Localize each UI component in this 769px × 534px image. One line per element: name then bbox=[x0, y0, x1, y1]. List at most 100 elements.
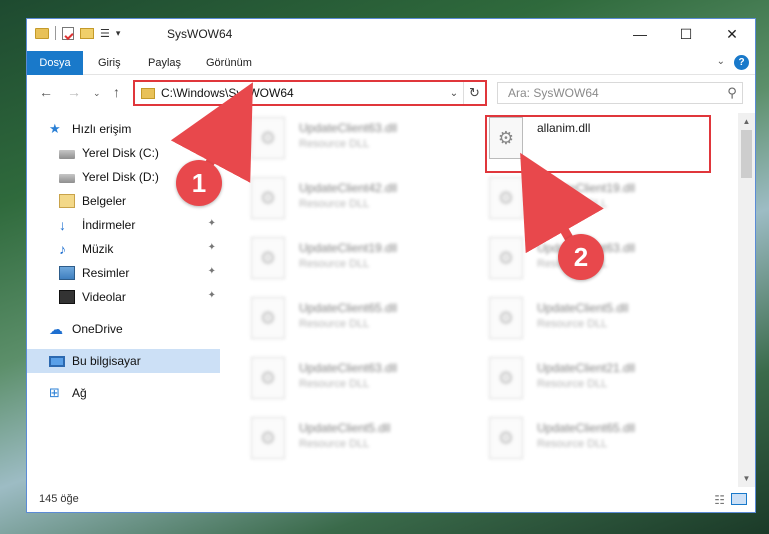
file-name: UpdateClient42.dll bbox=[299, 181, 398, 195]
scroll-down-icon[interactable]: ▼ bbox=[738, 470, 755, 487]
file-name: UpdateClient19.dll bbox=[299, 241, 398, 255]
file-type: Resource DLL bbox=[299, 318, 370, 330]
gears-icon: ⚙ bbox=[251, 117, 285, 159]
status-bar: 145 öğe ☷ bbox=[27, 488, 755, 512]
file-item[interactable]: ⚙ UpdateClient65.dll Resource DLL bbox=[251, 297, 479, 349]
gears-icon: ⚙ bbox=[489, 417, 523, 459]
file-item[interactable]: ⚙ UpdateClient5.dll Resource DLL bbox=[489, 297, 717, 349]
customize-toolbar-icon[interactable]: ▾ bbox=[116, 28, 121, 39]
tab-file[interactable]: Dosya bbox=[27, 51, 83, 75]
maximize-button[interactable]: ☐ bbox=[663, 19, 709, 49]
gears-icon: ⚙ bbox=[489, 297, 523, 339]
sidebar-item-label: Bu bilgisayar bbox=[72, 354, 141, 368]
file-type: Resource DLL bbox=[537, 198, 608, 210]
file-type: Resource DLL bbox=[299, 378, 370, 390]
gears-icon: ⚙ bbox=[251, 297, 285, 339]
sidebar-item-label: OneDrive bbox=[72, 322, 123, 336]
file-name: UpdateClient63.dll bbox=[299, 361, 398, 375]
gears-icon: ⚙ bbox=[251, 417, 285, 459]
refresh-icon[interactable]: ↻ bbox=[463, 82, 485, 104]
sidebar-item-label: Hızlı erişim bbox=[72, 122, 132, 136]
scroll-thumb[interactable] bbox=[741, 130, 752, 178]
file-name: UpdateClient5.dll bbox=[299, 421, 391, 435]
file-type: Resource DLL bbox=[299, 258, 370, 270]
documents-icon bbox=[59, 194, 75, 208]
file-type: Resource DLL bbox=[537, 438, 608, 450]
sidebar-item-label: Belgeler bbox=[82, 194, 127, 208]
quick-access-toolbar: ☰ ▾ bbox=[35, 26, 120, 40]
large-icons-view-icon[interactable] bbox=[731, 493, 747, 505]
sidebar-item-this-pc[interactable]: Bu bilgisayar bbox=[27, 349, 220, 373]
file-type: Resource DLL bbox=[299, 138, 370, 150]
help-icon[interactable]: ? bbox=[734, 55, 749, 70]
file-type: Resource DLL bbox=[299, 198, 370, 210]
drive-icon bbox=[59, 174, 75, 183]
file-explorer-window: ☰ ▾ SysWOW64 — ☐ ✕ Dosya Giriş Paylaş Gö… bbox=[26, 18, 756, 513]
gears-icon: ⚙ bbox=[251, 177, 285, 219]
file-item[interactable]: ⚙ UpdateClient63.dll Resource DLL bbox=[251, 357, 479, 409]
sidebar-item-label: Müzik bbox=[82, 242, 114, 256]
search-box[interactable]: Ara: SysWOW64 ⚲ bbox=[497, 82, 743, 104]
pin-icon[interactable]: ✦ bbox=[208, 242, 216, 253]
sidebar-item-downloads[interactable]: ↓ İndirmeler ✦ bbox=[27, 213, 220, 237]
tab-home[interactable]: Giriş bbox=[98, 51, 121, 75]
file-name: UpdateClient65.dll bbox=[537, 421, 636, 435]
network-icon: ⊞ bbox=[49, 385, 60, 400]
videos-icon bbox=[59, 290, 75, 304]
file-item[interactable]: ⚙ UpdateClient65.dll Resource DLL bbox=[489, 417, 717, 469]
file-name: UpdateClient63.dll bbox=[299, 121, 398, 135]
sidebar-item-music[interactable]: ♪ Müzik ✦ bbox=[27, 237, 220, 261]
file-type: Resource DLL bbox=[299, 438, 370, 450]
item-count: 145 öğe bbox=[39, 493, 79, 505]
downloads-icon: ↓ bbox=[59, 217, 66, 233]
recent-locations-icon[interactable]: ⌄ bbox=[93, 88, 101, 99]
pin-icon[interactable]: ✦ bbox=[208, 290, 216, 301]
view-options-icon[interactable]: ☰ bbox=[100, 27, 110, 40]
sidebar-item-onedrive[interactable]: ☁ OneDrive bbox=[27, 317, 220, 341]
file-item[interactable]: ⚙ UpdateClient19.dll Resource DLL bbox=[251, 237, 479, 289]
forward-button[interactable]: → bbox=[67, 84, 81, 100]
callout-step-2: 2 bbox=[558, 234, 604, 280]
sidebar-item-network[interactable]: ⊞ Ağ bbox=[27, 381, 220, 405]
address-path[interactable]: C:\Windows\SysWOW64 bbox=[161, 86, 445, 100]
tab-share[interactable]: Paylaş bbox=[148, 51, 181, 75]
gears-icon: ⚙ bbox=[251, 237, 285, 279]
address-dropdown-icon[interactable]: ⌄ bbox=[445, 88, 463, 99]
minimize-button[interactable]: — bbox=[617, 19, 663, 49]
sidebar-item-label: Yerel Disk (C:) bbox=[82, 146, 159, 160]
search-input[interactable]: Ara: SysWOW64 bbox=[508, 86, 722, 100]
highlight-box-file bbox=[485, 115, 711, 173]
expand-ribbon-icon[interactable]: ⌄ bbox=[717, 56, 725, 67]
window-title: SysWOW64 bbox=[167, 27, 233, 41]
sidebar-item-label: Videolar bbox=[82, 290, 126, 304]
sidebar-item-videos[interactable]: Videolar ✦ bbox=[27, 285, 220, 309]
address-bar[interactable]: C:\Windows\SysWOW64 ⌄ ↻ bbox=[133, 80, 487, 106]
file-item[interactable]: ⚙ UpdateClient63.dll Resource DLL bbox=[251, 117, 479, 169]
scroll-up-icon[interactable]: ▲ bbox=[738, 113, 755, 130]
pin-icon[interactable]: ✦ bbox=[208, 218, 216, 229]
callout-step-1: 1 bbox=[176, 160, 222, 206]
close-button[interactable]: ✕ bbox=[709, 19, 755, 49]
up-button[interactable]: ↑ bbox=[113, 84, 120, 100]
vertical-scrollbar[interactable]: ▲ ▼ bbox=[738, 113, 755, 487]
file-item[interactable]: ⚙ UpdateClient5.dll Resource DLL bbox=[251, 417, 479, 469]
gears-icon: ⚙ bbox=[489, 357, 523, 399]
toolbar-divider bbox=[55, 26, 56, 40]
drive-icon bbox=[59, 150, 75, 159]
gears-icon: ⚙ bbox=[489, 237, 523, 279]
back-button[interactable]: ← bbox=[39, 84, 53, 100]
file-item[interactable]: ⚙ UpdateClient21.dll Resource DLL bbox=[489, 357, 717, 409]
details-view-icon[interactable]: ☷ bbox=[714, 493, 725, 507]
file-item[interactable]: ⚙ UpdateClient19.dll Resource DLL bbox=[489, 177, 717, 229]
computer-icon bbox=[49, 355, 65, 367]
sidebar-item-pictures[interactable]: Resimler ✦ bbox=[27, 261, 220, 285]
pin-icon[interactable]: ✦ bbox=[208, 266, 216, 277]
properties-icon[interactable] bbox=[62, 26, 74, 40]
file-item[interactable]: ⚙ UpdateClient42.dll Resource DLL bbox=[251, 177, 479, 229]
pin-icon[interactable]: ✦ bbox=[208, 146, 216, 157]
pictures-icon bbox=[59, 266, 75, 280]
search-icon[interactable]: ⚲ bbox=[722, 85, 742, 101]
tab-view[interactable]: Görünüm bbox=[206, 51, 252, 75]
sidebar-item-quick-access[interactable]: ★ Hızlı erişim bbox=[27, 117, 220, 141]
new-folder-icon[interactable] bbox=[80, 27, 94, 39]
